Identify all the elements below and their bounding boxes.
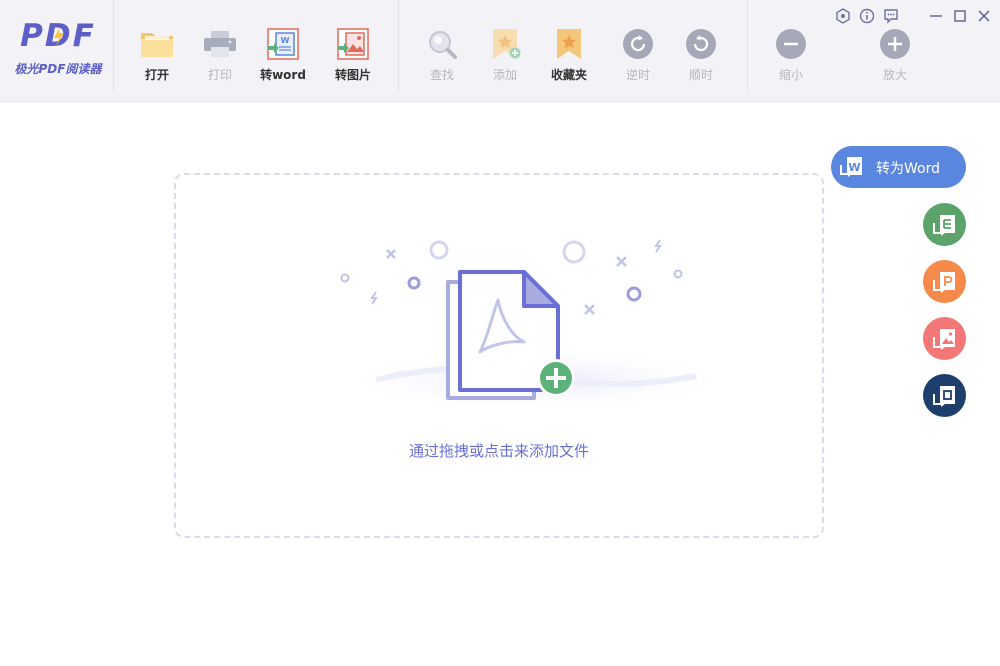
maximize-icon bbox=[954, 10, 966, 22]
convert-to-word-button[interactable]: W 转为Word bbox=[831, 146, 966, 188]
zoom-out-button[interactable]: 缩小 bbox=[763, 28, 819, 83]
find-button[interactable]: 查找 bbox=[414, 28, 470, 83]
rotate-ccw-button[interactable]: 逆时 bbox=[610, 28, 666, 83]
word-doc-icon: W bbox=[840, 157, 862, 177]
print-label: 打印 bbox=[207, 68, 232, 82]
minimize-button[interactable] bbox=[927, 7, 945, 25]
feedback-icon bbox=[884, 9, 898, 24]
to-word-button[interactable]: W 转word bbox=[255, 28, 311, 83]
feedback-button[interactable] bbox=[882, 7, 900, 25]
maximize-button[interactable] bbox=[951, 7, 969, 25]
about-button[interactable] bbox=[858, 7, 876, 25]
toolbar-divider bbox=[113, 0, 114, 93]
ppt-doc-icon bbox=[933, 272, 955, 293]
convert-to-image-button[interactable] bbox=[923, 317, 966, 360]
rotate-ccw-label: 逆时 bbox=[625, 68, 650, 82]
to-word-label: 转word bbox=[260, 68, 306, 82]
app-name: 极光PDF阅读器 bbox=[14, 62, 102, 76]
zoom-out-label: 缩小 bbox=[778, 68, 803, 82]
rotate-cw-label: 顺时 bbox=[688, 68, 713, 82]
to-image-icon bbox=[337, 28, 369, 60]
excel-doc-icon bbox=[933, 215, 955, 236]
svg-text:W: W bbox=[848, 161, 860, 174]
open-label: 打开 bbox=[144, 68, 169, 82]
info-icon bbox=[859, 8, 875, 24]
zoom-in-label: 放大 bbox=[882, 68, 907, 82]
print-button[interactable]: 打印 bbox=[192, 28, 248, 83]
main-toolbar: PDF 极光PDF阅读器 打开 打印 W bbox=[0, 0, 1000, 102]
svg-text:W: W bbox=[281, 36, 290, 45]
add-pdf-file-illustration-icon bbox=[336, 239, 736, 410]
add-label: 添加 bbox=[492, 68, 517, 82]
toolbar-divider bbox=[398, 0, 399, 93]
rotate-ccw-icon bbox=[623, 29, 653, 59]
folder-icon bbox=[141, 33, 173, 57]
open-button[interactable]: 打开 bbox=[129, 28, 185, 83]
to-image-label: 转图片 bbox=[334, 68, 371, 82]
search-icon bbox=[429, 31, 457, 59]
to-image-button[interactable]: 转图片 bbox=[325, 28, 381, 83]
image-doc-icon bbox=[933, 329, 955, 350]
find-label: 查找 bbox=[429, 68, 454, 82]
rotate-cw-icon bbox=[686, 29, 716, 59]
minimize-icon bbox=[930, 15, 942, 17]
add-bookmark-icon bbox=[493, 29, 521, 59]
cad-doc-icon bbox=[933, 386, 955, 407]
rotate-cw-button[interactable]: 顺时 bbox=[673, 28, 729, 83]
zoom-in-icon bbox=[880, 29, 910, 59]
zoom-out-icon bbox=[776, 29, 806, 59]
convert-to-ppt-button[interactable] bbox=[923, 260, 966, 303]
bookmark-icon bbox=[557, 29, 581, 59]
zoom-in-button[interactable]: 放大 bbox=[867, 28, 923, 83]
convert-to-cad-button[interactable] bbox=[923, 374, 966, 417]
to-word-icon: W bbox=[267, 28, 299, 60]
settings-button[interactable] bbox=[834, 7, 852, 25]
printer-icon bbox=[204, 31, 236, 57]
add-bookmark-button[interactable]: 添加 bbox=[477, 28, 533, 83]
hexagon-settings-icon bbox=[836, 8, 850, 24]
convert-to-word-label: 转为Word bbox=[876, 161, 940, 177]
file-drop-zone[interactable]: 通过拖拽或点击来添加文件 bbox=[174, 173, 824, 538]
convert-to-excel-button[interactable] bbox=[923, 203, 966, 246]
favorites-button[interactable]: 收藏夹 bbox=[541, 28, 597, 83]
close-icon bbox=[978, 10, 990, 22]
drop-prompt: 通过拖拽或点击来添加文件 bbox=[408, 442, 589, 460]
app-logo: PDF 极光PDF阅读器 bbox=[8, 18, 108, 82]
favorites-label: 收藏夹 bbox=[550, 68, 587, 82]
pdf-logo-icon: PDF bbox=[20, 18, 94, 54]
close-button[interactable] bbox=[975, 7, 993, 25]
toolbar-divider bbox=[747, 0, 748, 93]
